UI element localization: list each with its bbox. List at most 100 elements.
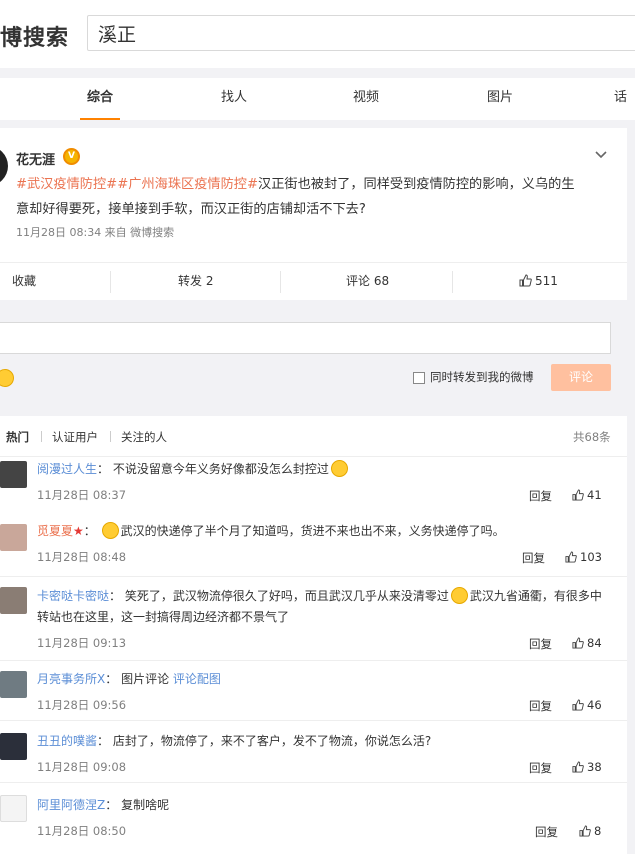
chevron-down-icon[interactable] [594, 148, 608, 162]
like-count: 46 [587, 698, 602, 712]
comment-text: 阿里阿德涅Z： 复制啥呢 [37, 795, 617, 816]
like-button[interactable]: 511 [519, 263, 558, 301]
thumbs-up-icon [519, 274, 532, 287]
post-meta: 11月28日 08:34 来自 微博搜索 [16, 226, 175, 239]
comment-composer: 同时转发到我的微博 评论 [0, 306, 627, 410]
comment-item: 阅漫过人生： 不说没留意今年义务好像都没怎么封控过 11月28日 08:37 回… [0, 456, 627, 506]
comment-item: 丑丑的噗酱： 店封了，物流停了，来不了客户，发不了物流，你说怎么活? 11月28… [0, 720, 627, 780]
tab-topics[interactable]: 话 [614, 78, 635, 120]
repost-checkbox[interactable] [413, 372, 425, 384]
cat-emoji-icon [330, 460, 348, 477]
reply-button[interactable]: 回复 [529, 760, 552, 776]
thumbs-up-icon [579, 825, 591, 837]
colon: ： [105, 672, 122, 686]
submit-comment-button[interactable]: 评论 [551, 364, 611, 391]
colon: ： [105, 798, 122, 812]
thumbs-up-icon [572, 761, 584, 773]
comment-user[interactable]: 阅漫过人生 [37, 462, 97, 476]
post-text-line1: 汉正街也被封了，同样受到疫情防控的影响，义乌的生 [258, 177, 575, 192]
avatar[interactable] [0, 587, 27, 614]
comment-text: 丑丑的噗酱： 店封了，物流停了，来不了客户，发不了物流，你说怎么活? [37, 731, 617, 752]
reply-button[interactable]: 回复 [522, 550, 545, 566]
comment-time: 11月28日 09:13 [37, 636, 127, 650]
filter-verified[interactable]: 认证用户 [52, 429, 98, 445]
reply-button[interactable]: 回复 [535, 824, 558, 840]
comment-content-a: 笑死了，武汉物流停很久了好吗，而且武汉几乎从来没清零过 [124, 589, 449, 603]
comment-input[interactable] [0, 322, 611, 354]
post-card: 花无涯 V #武汉疫情防控##广州海珠区疫情防控#汉正街也被封了，同样受到疫情防… [0, 128, 627, 300]
author-avatar[interactable] [0, 146, 8, 186]
thumbs-up-icon [572, 699, 584, 711]
comment-like-button[interactable]: 8 [579, 824, 601, 838]
post-actions: 收藏 转发 2 评论 68 511 [0, 262, 627, 300]
top-bar: 博搜索 [0, 0, 635, 68]
comment-like-button[interactable]: 46 [572, 698, 602, 712]
like-count: 103 [580, 550, 602, 564]
reply-button[interactable]: 回复 [529, 698, 552, 714]
repost-checkbox-label: 同时转发到我的微博 [430, 370, 534, 384]
comment-user[interactable]: 觅夏夏 [37, 524, 73, 538]
repost-button[interactable]: 转发 2 [178, 263, 213, 301]
comment-image-link[interactable]: 评论配图 [173, 672, 221, 686]
verified-badge-icon: V [63, 148, 80, 165]
avatar[interactable] [0, 461, 27, 488]
colon: ： [97, 734, 113, 748]
smile-emoji-icon [101, 522, 119, 539]
comment-time: 11月28日 08:50 [37, 824, 127, 838]
filter-following[interactable]: 关注的人 [121, 429, 167, 445]
hashtag-wuhan[interactable]: #武汉疫情防控# [16, 177, 117, 192]
comment-filters: 热门 认证用户 关注的人 共68条 [0, 416, 627, 456]
colon: ： [83, 524, 100, 538]
comment-total: 共68条 [573, 430, 611, 444]
comment-user[interactable]: 月亮事务所X [37, 672, 105, 686]
post-text: #武汉疫情防控##广州海珠区疫情防控#汉正街也被封了，同样受到疫情防控的影响，义… [16, 172, 612, 222]
comment-like-button[interactable]: 41 [572, 488, 602, 502]
comment-like-button[interactable]: 84 [572, 636, 602, 650]
filter-hot[interactable]: 热门 [6, 429, 29, 445]
emoji-icon[interactable] [0, 369, 14, 387]
comment-like-button[interactable]: 103 [565, 550, 602, 564]
hashtag-guangzhou[interactable]: #广州海珠区疫情防控# [117, 177, 258, 192]
star-icon: ★ [73, 524, 84, 538]
post-body: 花无涯 V #武汉疫情防控##广州海珠区疫情防控#汉正街也被封了，同样受到疫情防… [0, 128, 627, 262]
comment-time: 11月28日 09:56 [37, 698, 127, 712]
tab-video[interactable]: 视频 [346, 78, 386, 120]
avatar[interactable] [0, 795, 27, 822]
comment-content: 武汉的快递停了半个月了知道吗，货进不来也出不来，义务快递停了吗。 [120, 524, 505, 538]
comment-text: 月亮事务所X： 图片评论 评论配图 [37, 669, 617, 690]
favorite-button[interactable]: 收藏 [12, 263, 36, 301]
result-tabs: 综合 找人 视频 图片 话 [0, 78, 635, 120]
search-input[interactable] [87, 15, 635, 51]
thumbs-up-icon [572, 637, 584, 649]
comment-user[interactable]: 卡密哒卡密哒 [37, 589, 109, 603]
avatar[interactable] [0, 733, 27, 760]
post-text-line2: 意却好得要死，接单接到手软，而汉正街的店铺却活不下去? [16, 202, 366, 217]
comment-time: 11月28日 09:08 [37, 760, 127, 774]
smile-emoji-icon [450, 587, 468, 604]
comment-like-button[interactable]: 38 [572, 760, 602, 774]
avatar[interactable] [0, 524, 27, 551]
comment-button[interactable]: 评论 68 [346, 263, 389, 301]
comment-content-b: 武汉九省通衢，有很多中 [469, 589, 602, 603]
comment-item: 觅夏夏★： 武汉的快递停了半个月了知道吗，货进不来也出不来，义务快递停了吗。 1… [0, 514, 627, 574]
reply-button[interactable]: 回复 [529, 636, 552, 652]
reply-button[interactable]: 回复 [529, 488, 552, 504]
action-divider [452, 271, 453, 293]
brand-title: 博搜索 [0, 26, 70, 51]
like-count: 84 [587, 636, 602, 650]
comment-content: 图片评论 [121, 672, 170, 686]
like-count: 38 [587, 760, 602, 774]
comment-content: 店封了，物流停了，来不了客户，发不了物流，你说怎么活? [112, 734, 432, 748]
author-name[interactable]: 花无涯 [16, 149, 55, 168]
comment-user[interactable]: 阿里阿德涅Z [37, 798, 105, 812]
tab-people[interactable]: 找人 [214, 78, 254, 120]
comment-content: 复制啥呢 [121, 798, 170, 812]
tab-comprehensive[interactable]: 综合 [80, 78, 120, 120]
tab-pictures[interactable]: 图片 [480, 78, 520, 120]
comment-text: 卡密哒卡密哒： 笑死了，武汉物流停很久了好吗，而且武汉几乎从来没清零过 武汉九省通… [37, 586, 617, 628]
comment-list: 热门 认证用户 关注的人 共68条 阅漫过人生： 不说没留意今年义务好像都没怎么… [0, 416, 627, 854]
comment-user[interactable]: 丑丑的噗酱 [37, 734, 97, 748]
like-count: 41 [587, 488, 602, 502]
avatar[interactable] [0, 671, 27, 698]
comment-text: 阅漫过人生： 不说没留意今年义务好像都没怎么封控过 [37, 459, 617, 480]
